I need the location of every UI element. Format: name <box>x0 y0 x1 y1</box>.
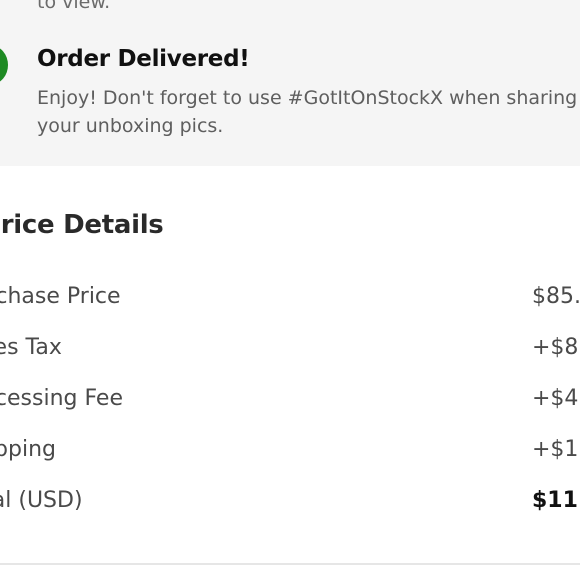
previous-step-text: to view. <box>37 0 111 13</box>
price-row-value: +$13.95 <box>532 437 580 462</box>
price-row-value: $85.00 <box>532 284 580 309</box>
delivered-message: Enjoy! Don't forget to use #GotItOnStock… <box>37 87 578 137</box>
price-row-label: Sales Tax <box>0 335 62 360</box>
price-row-label: Shipping <box>0 437 56 462</box>
price-row-purchase: Purchase Price $85.00 <box>0 284 580 314</box>
delivered-check-icon <box>0 46 8 84</box>
price-details-title: Price Details <box>0 210 164 240</box>
price-row-value: +$8.50 <box>532 335 580 360</box>
price-row-total: Total (USD) $111.70 <box>0 488 580 518</box>
price-row-sales-tax: Sales Tax +$8.50 <box>0 335 580 365</box>
section-divider <box>0 563 580 565</box>
order-details-screen: to view. Order Delivered! Enjoy! Don't f… <box>0 0 580 580</box>
price-row-value: +$4.25 <box>532 386 580 411</box>
price-row-processing-fee: Processing Fee +$4.25 <box>0 386 580 416</box>
total-value: $111.70 <box>532 488 580 513</box>
order-timeline: to view. Order Delivered! Enjoy! Don't f… <box>0 0 580 166</box>
price-row-label: Purchase Price <box>0 284 121 309</box>
price-row-shipping: Shipping +$13.95 <box>0 437 580 467</box>
price-row-label: Total (USD) <box>0 488 83 513</box>
price-row-label: Processing Fee <box>0 386 123 411</box>
delivered-title: Order Delivered! <box>37 46 250 72</box>
